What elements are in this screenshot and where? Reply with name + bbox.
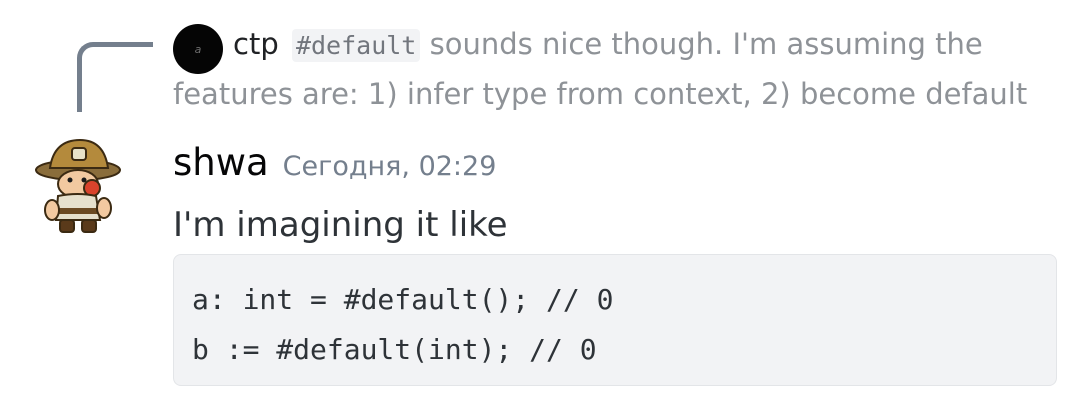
reply-preview[interactable]: ctp #default sounds nice though. I'm ass… (173, 20, 1063, 118)
code-line: b := #default(int); // 0 (192, 333, 597, 366)
chat-message-view: a ctp #default sounds nice though. I'm a… (0, 0, 1080, 417)
message-author-name[interactable]: shwa (173, 138, 269, 188)
reply-inline-code: #default (291, 29, 421, 62)
miner-character-avatar-icon[interactable] (28, 132, 128, 236)
message-timestamp[interactable]: Сегодня, 02:29 (283, 151, 497, 182)
message-text: I'm imagining it like (173, 205, 508, 245)
reply-author-name[interactable]: ctp (233, 27, 279, 61)
code-line: a: int = #default(); // 0 (192, 283, 614, 316)
message-header: shwa Сегодня, 02:29 (173, 138, 496, 188)
reply-connector-line (77, 42, 153, 112)
code-block: a: int = #default(); // 0 b := #default(… (173, 254, 1057, 386)
